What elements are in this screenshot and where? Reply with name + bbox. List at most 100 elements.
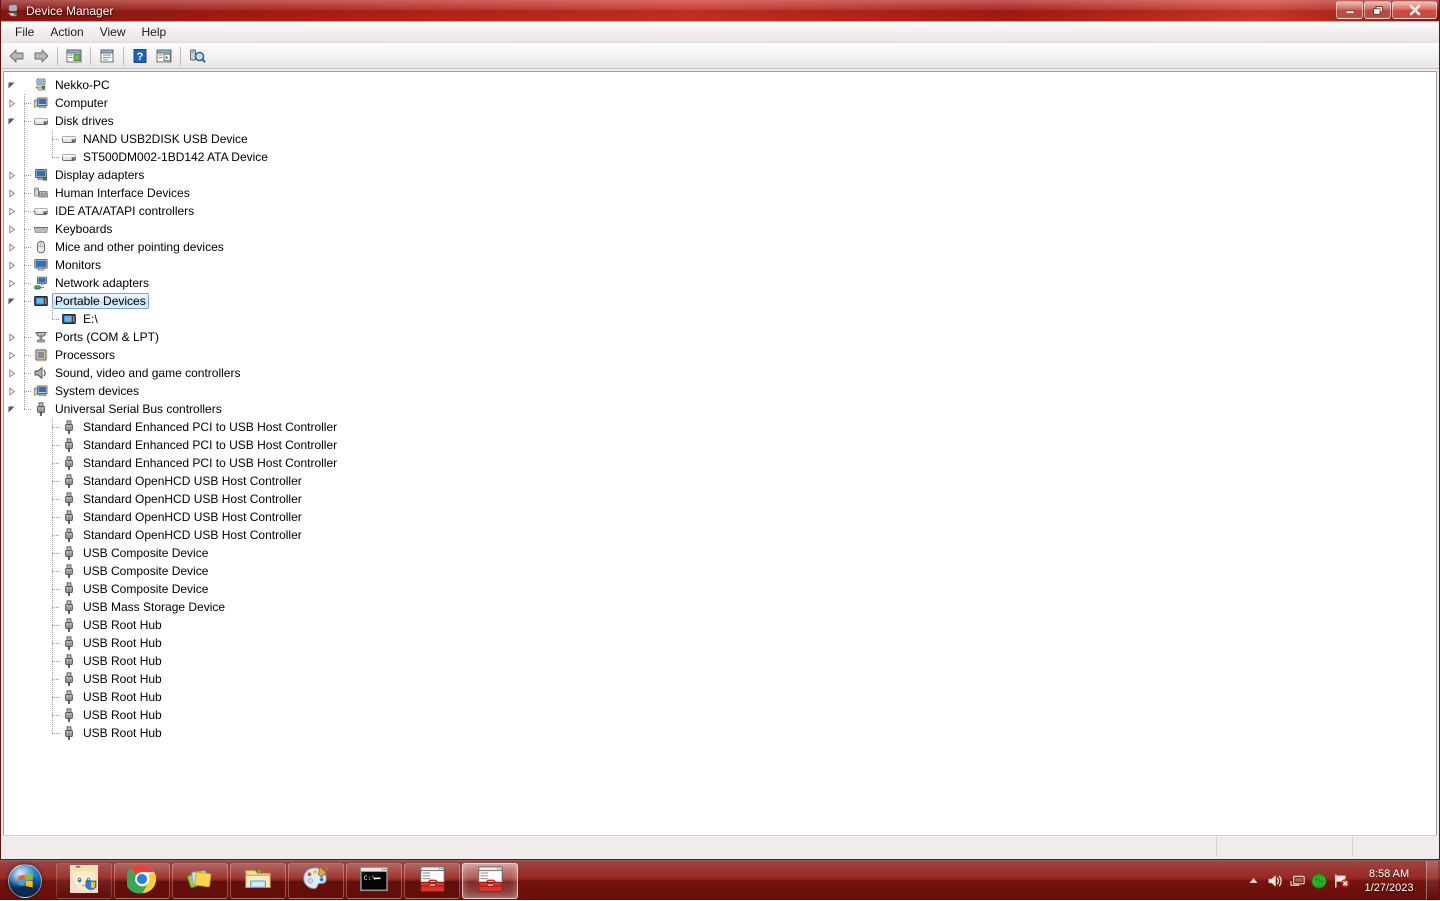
taskbar-item-device-manager-2[interactable]	[462, 863, 518, 899]
tree-row-root[interactable]: Nekko-PC	[4, 76, 1436, 94]
tree-twisty[interactable]	[4, 94, 18, 112]
tree-row[interactable]: Standard OpenHCD USB Host Controller	[4, 490, 1436, 508]
tree-row[interactable]: USB Root Hub	[4, 616, 1436, 634]
taskbar-item-device-manager-1[interactable]	[404, 863, 460, 899]
tree-row[interactable]: USB Composite Device	[4, 562, 1436, 580]
tree-row[interactable]: NAND USB2DISK USB Device	[4, 130, 1436, 148]
tree-row-label: IDE ATA/ATAPI controllers	[52, 203, 197, 219]
taskbar-item-photo-viewer[interactable]	[172, 863, 228, 899]
tree-row[interactable]: Standard Enhanced PCI to USB Host Contro…	[4, 418, 1436, 436]
menu-file[interactable]: File	[7, 23, 42, 41]
taskbar-item-paint[interactable]	[288, 863, 344, 899]
tree-row[interactable]: Universal Serial Bus controllers	[4, 400, 1436, 418]
tree-guide	[18, 184, 32, 202]
taskbar-item-command-prompt[interactable]: C:\	[346, 863, 402, 899]
tree-row-label: USB Root Hub	[80, 653, 165, 669]
tray-show-hidden-icons[interactable]	[1242, 861, 1264, 901]
show-console-tree-button[interactable]	[62, 45, 86, 67]
tree-twisty-root[interactable]	[4, 76, 18, 94]
back-button[interactable]	[5, 45, 29, 67]
tree-twisty[interactable]	[4, 184, 18, 202]
tree-guide	[18, 580, 32, 598]
tree-row[interactable]: USB Root Hub	[4, 652, 1436, 670]
tree-row[interactable]: Computer	[4, 94, 1436, 112]
menu-help[interactable]: Help	[134, 23, 175, 41]
tree-twisty[interactable]	[4, 382, 18, 400]
show-desktop-button[interactable]	[1426, 861, 1438, 901]
window-titlebar[interactable]: Device Manager	[1, 0, 1439, 22]
tree-twisty[interactable]	[4, 400, 18, 418]
menu-view[interactable]: View	[92, 23, 134, 41]
tree-row[interactable]: Processors	[4, 346, 1436, 364]
tree-row[interactable]: Network adapters	[4, 274, 1436, 292]
usb-icon	[32, 400, 50, 418]
close-button[interactable]	[1392, 1, 1437, 19]
tree-twisty[interactable]	[4, 256, 18, 274]
tree-row[interactable]: ST500DM002-1BD142 ATA Device	[4, 148, 1436, 166]
tree-twisty[interactable]	[4, 274, 18, 292]
tree-row[interactable]: Portable Devices	[4, 292, 1436, 310]
tree-row[interactable]: USB Root Hub	[4, 688, 1436, 706]
tree-row[interactable]: Display adapters	[4, 166, 1436, 184]
tree-row[interactable]: USB Mass Storage Device	[4, 598, 1436, 616]
taskbar-item-chrome[interactable]	[114, 863, 170, 899]
tree-twisty[interactable]	[4, 166, 18, 184]
taskbar-item-avatar-app[interactable]	[56, 863, 112, 899]
tree-row[interactable]: USB Root Hub	[4, 724, 1436, 742]
tree-twisty-spacer	[4, 562, 18, 580]
tree-row[interactable]: Standard Enhanced PCI to USB Host Contro…	[4, 454, 1436, 472]
taskbar-item-explorer[interactable]	[230, 863, 286, 899]
tree-row[interactable]: Disk drives	[4, 112, 1436, 130]
usb-icon	[60, 724, 78, 742]
help-button[interactable]: ?	[128, 45, 152, 67]
tree-row[interactable]: Sound, video and game controllers	[4, 364, 1436, 382]
device-tree-panel[interactable]: Nekko-PCComputerDisk drivesNAND USB2DISK…	[3, 71, 1437, 835]
show-hidden-devices-button[interactable]	[152, 45, 176, 67]
tree-twisty[interactable]	[4, 328, 18, 346]
tree-row[interactable]: USB Root Hub	[4, 634, 1436, 652]
tree-guide	[18, 400, 32, 418]
tree-twisty[interactable]	[4, 238, 18, 256]
tree-row[interactable]: E:\	[4, 310, 1436, 328]
tray-network[interactable]	[1286, 861, 1308, 901]
tree-row[interactable]: Standard OpenHCD USB Host Controller	[4, 472, 1436, 490]
restore-button[interactable]	[1364, 1, 1391, 19]
tree-twisty[interactable]	[4, 292, 18, 310]
tree-twisty-spacer	[4, 454, 18, 472]
menu-action[interactable]: Action	[42, 23, 91, 41]
tree-row[interactable]: Keyboards	[4, 220, 1436, 238]
tree-row[interactable]: Standard Enhanced PCI to USB Host Contro…	[4, 436, 1436, 454]
tree-twisty[interactable]	[4, 202, 18, 220]
tree-row[interactable]: Standard OpenHCD USB Host Controller	[4, 508, 1436, 526]
tree-row[interactable]: Mice and other pointing devices	[4, 238, 1436, 256]
computer-icon	[5, 3, 21, 19]
tray-volume[interactable]	[1264, 861, 1286, 901]
tree-guide	[18, 508, 32, 526]
tree-row[interactable]: USB Root Hub	[4, 706, 1436, 724]
tree-row[interactable]: Human Interface Devices	[4, 184, 1436, 202]
tree-row[interactable]: USB Composite Device	[4, 544, 1436, 562]
tree-twisty[interactable]	[4, 364, 18, 382]
tree-row[interactable]: USB Composite Device	[4, 580, 1436, 598]
minimize-button[interactable]	[1336, 1, 1363, 19]
forward-button[interactable]	[29, 45, 53, 67]
start-button[interactable]	[0, 862, 50, 900]
tree-row[interactable]: Ports (COM & LPT)	[4, 328, 1436, 346]
tree-row[interactable]: IDE ATA/ATAPI controllers	[4, 202, 1436, 220]
tree-twisty[interactable]	[4, 220, 18, 238]
taskbar-clock[interactable]: 8:58 AM 1/27/2023	[1352, 861, 1426, 901]
tree-twisty[interactable]	[4, 346, 18, 364]
usb-icon	[60, 544, 78, 562]
scan-hardware-changes-button[interactable]	[185, 45, 209, 67]
tray-antivirus[interactable]	[1308, 861, 1330, 901]
tree-guide	[46, 616, 60, 634]
tray-action-center[interactable]	[1330, 861, 1352, 901]
tree-row[interactable]: USB Root Hub	[4, 670, 1436, 688]
tree-row-label: ST500DM002-1BD142 ATA Device	[80, 149, 271, 165]
properties-button[interactable]	[95, 45, 119, 67]
tree-row[interactable]: Standard OpenHCD USB Host Controller	[4, 526, 1436, 544]
tree-guide	[46, 472, 60, 490]
tree-twisty[interactable]	[4, 112, 18, 130]
tree-row[interactable]: Monitors	[4, 256, 1436, 274]
tree-row[interactable]: System devices	[4, 382, 1436, 400]
